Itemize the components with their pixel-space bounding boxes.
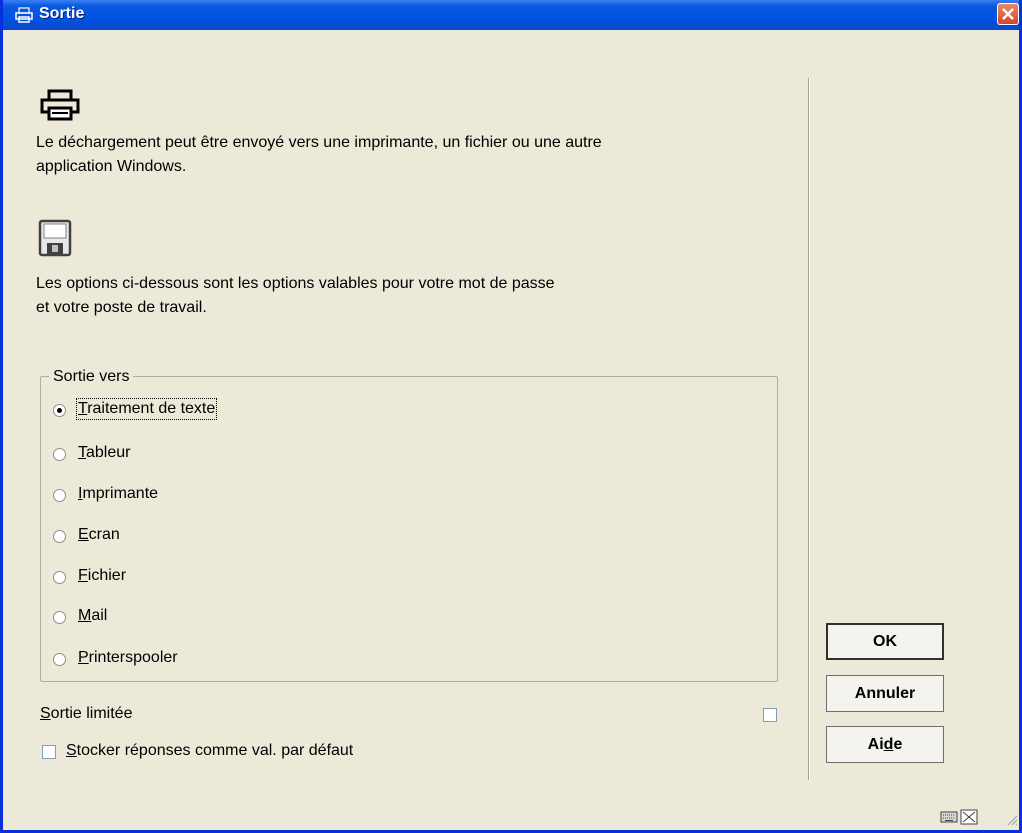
radio-label[interactable]: Traitement de texte xyxy=(75,398,218,420)
window-title: Sortie xyxy=(39,5,85,22)
radio-button[interactable] xyxy=(53,530,66,543)
radio-button[interactable] xyxy=(53,448,66,461)
ok-button[interactable]: OK xyxy=(826,623,944,660)
radio-button[interactable] xyxy=(53,611,66,624)
radio-label[interactable]: Printerspooler xyxy=(78,649,178,667)
resize-icon[interactable] xyxy=(960,809,978,825)
radio-label[interactable]: Imprimante xyxy=(78,485,158,503)
radio-label[interactable]: Ecran xyxy=(78,526,120,544)
help-button[interactable]: Aide xyxy=(826,726,944,763)
limited-output-checkbox[interactable] xyxy=(763,708,777,722)
output-dialog: Sortie Le déchargement peut être envoyé … xyxy=(0,0,1022,833)
radio-button[interactable] xyxy=(53,571,66,584)
store-defaults-checkbox[interactable] xyxy=(42,745,56,759)
radio-selected-dot xyxy=(57,408,62,413)
cancel-button[interactable]: Annuler xyxy=(826,675,944,712)
size-grip-icon[interactable] xyxy=(1004,812,1018,826)
radio-label[interactable]: Tableur xyxy=(78,444,130,462)
floppy-disk-icon xyxy=(38,219,72,257)
close-button[interactable] xyxy=(997,3,1019,25)
radio-button[interactable] xyxy=(53,404,66,417)
printer-icon xyxy=(40,89,80,121)
limited-output-label: Sortie limitée xyxy=(40,705,133,722)
output-description-line-1: Le déchargement peut être envoyé vers un… xyxy=(36,134,602,151)
close-icon xyxy=(1002,8,1014,20)
dialog-body: Le déchargement peut être envoyé vers un… xyxy=(3,30,1019,830)
options-description-line-1: Les options ci-dessous sont les options … xyxy=(36,275,555,292)
keyboard-icon[interactable] xyxy=(940,810,958,824)
output-target-group xyxy=(40,376,778,682)
radio-label[interactable]: Mail xyxy=(78,607,107,625)
options-description-line-2: et votre poste de travail. xyxy=(36,299,207,316)
group-legend: Sortie vers xyxy=(49,368,134,386)
store-defaults-label[interactable]: Stocker réponses comme val. par défaut xyxy=(66,742,353,760)
radio-button[interactable] xyxy=(53,653,66,666)
printer-icon xyxy=(15,7,33,23)
vertical-divider xyxy=(808,78,810,780)
output-description-line-2: application Windows. xyxy=(36,158,187,175)
title-bar[interactable]: Sortie xyxy=(3,0,1019,30)
radio-label[interactable]: Fichier xyxy=(78,567,126,585)
radio-button[interactable] xyxy=(53,489,66,502)
